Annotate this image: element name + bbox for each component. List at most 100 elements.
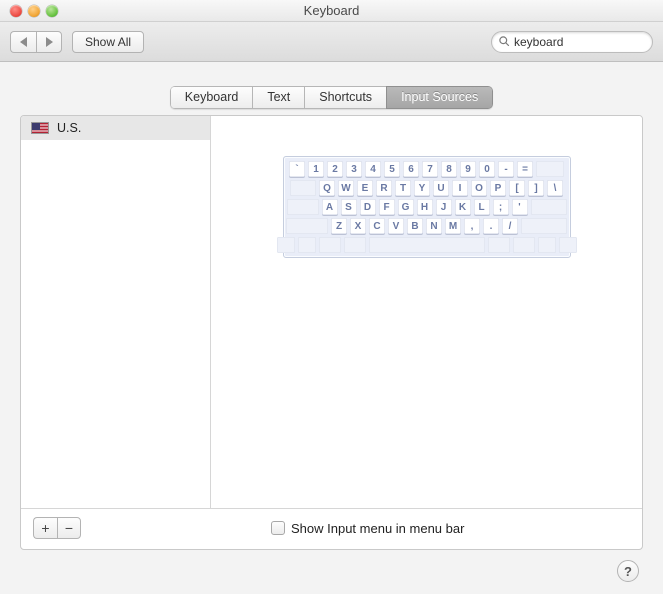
modifier-key [298, 237, 316, 253]
key: C [369, 218, 385, 234]
key: H [417, 199, 433, 215]
key: 9 [460, 161, 476, 177]
key: 1 [308, 161, 324, 177]
key: R [376, 180, 392, 196]
tab-shortcuts[interactable]: Shortcuts [304, 86, 386, 109]
key: J [436, 199, 452, 215]
key: , [464, 218, 480, 234]
back-button[interactable] [10, 31, 36, 53]
pref-pane-content: KeyboardTextShortcutsInput Sources U.S. … [0, 62, 663, 594]
toolbar: Show All ✕ [0, 22, 663, 62]
keyboard-row [288, 237, 566, 253]
key: E [357, 180, 373, 196]
search-icon [498, 35, 510, 49]
key: 4 [365, 161, 381, 177]
tab-input-sources[interactable]: Input Sources [386, 86, 493, 109]
window-controls [0, 5, 58, 17]
key: 5 [384, 161, 400, 177]
key: / [502, 218, 518, 234]
spacebar-key [369, 237, 485, 253]
inputsources-panel: U.S. `1234567890-= QWERTYUIOP[]\ ASDFGHJKL… [20, 115, 643, 550]
keyboard-row: QWERTYUIOP[]\ [288, 180, 566, 196]
key: 8 [441, 161, 457, 177]
modifier-key [286, 218, 328, 234]
key: X [350, 218, 366, 234]
keyboard-layout-graphic: `1234567890-= QWERTYUIOP[]\ ASDFGHJKL;' ZXC… [283, 156, 571, 258]
key: O [471, 180, 487, 196]
key: . [483, 218, 499, 234]
modifier-key [559, 237, 577, 253]
key: B [407, 218, 423, 234]
modifier-key [521, 218, 567, 234]
key: 3 [346, 161, 362, 177]
key: U [433, 180, 449, 196]
modifier-key [344, 237, 366, 253]
input-source-list[interactable]: U.S. [21, 116, 211, 508]
tab-bar: KeyboardTextShortcutsInput Sources [20, 86, 643, 109]
tab-text[interactable]: Text [252, 86, 304, 109]
show-all-button[interactable]: Show All [72, 31, 144, 53]
search-field[interactable]: ✕ [491, 31, 653, 53]
key: 0 [479, 161, 495, 177]
key: I [452, 180, 468, 196]
key: 2 [327, 161, 343, 177]
keyboard-row: ZXCVBNM,./ [288, 218, 566, 234]
key: Y [414, 180, 430, 196]
key: A [322, 199, 338, 215]
key: D [360, 199, 376, 215]
search-input[interactable] [510, 35, 663, 49]
checkbox-box[interactable] [271, 521, 285, 535]
key: W [338, 180, 354, 196]
nav-back-forward [10, 31, 62, 53]
key: V [388, 218, 404, 234]
add-remove-group: + − [33, 517, 81, 539]
key: L [474, 199, 490, 215]
chevron-left-icon [20, 37, 27, 47]
key: 6 [403, 161, 419, 177]
key: P [490, 180, 506, 196]
keyboard-row: `1234567890-= [288, 161, 566, 177]
key: M [445, 218, 461, 234]
key: ' [512, 199, 528, 215]
help-button[interactable]: ? [617, 560, 639, 582]
modifier-key [531, 199, 567, 215]
key: Q [319, 180, 335, 196]
chevron-right-icon [46, 37, 53, 47]
modifier-key [536, 161, 564, 177]
modifier-key [538, 237, 556, 253]
key: ] [528, 180, 544, 196]
forward-button[interactable] [36, 31, 62, 53]
modifier-key [277, 237, 295, 253]
minimize-window-button[interactable] [28, 5, 40, 17]
modifier-key [319, 237, 341, 253]
key: ` [289, 161, 305, 177]
modifier-key [290, 180, 316, 196]
input-source-row[interactable]: U.S. [21, 116, 210, 140]
key: S [341, 199, 357, 215]
flag-us-icon [31, 122, 49, 134]
remove-source-button[interactable]: − [57, 517, 81, 539]
show-input-menu-checkbox[interactable]: Show Input menu in menu bar [271, 521, 464, 536]
help-row: ? [20, 550, 643, 582]
modifier-key [488, 237, 510, 253]
keyboard-row: ASDFGHJKL;' [288, 199, 566, 215]
key: F [379, 199, 395, 215]
window-title: Keyboard [0, 3, 663, 18]
key: = [517, 161, 533, 177]
input-source-name: U.S. [57, 121, 81, 135]
zoom-window-button[interactable] [46, 5, 58, 17]
key: Z [331, 218, 347, 234]
add-source-button[interactable]: + [33, 517, 57, 539]
key: 7 [422, 161, 438, 177]
modifier-key [513, 237, 535, 253]
key: G [398, 199, 414, 215]
keyboard-preview: `1234567890-= QWERTYUIOP[]\ ASDFGHJKL;' ZXC… [211, 116, 642, 508]
key: \ [547, 180, 563, 196]
key: K [455, 199, 471, 215]
modifier-key [287, 199, 319, 215]
checkbox-label: Show Input menu in menu bar [291, 521, 464, 536]
key: T [395, 180, 411, 196]
tab-keyboard[interactable]: Keyboard [170, 86, 253, 109]
split-view: U.S. `1234567890-= QWERTYUIOP[]\ ASDFGHJKL… [21, 116, 642, 508]
close-window-button[interactable] [10, 5, 22, 17]
